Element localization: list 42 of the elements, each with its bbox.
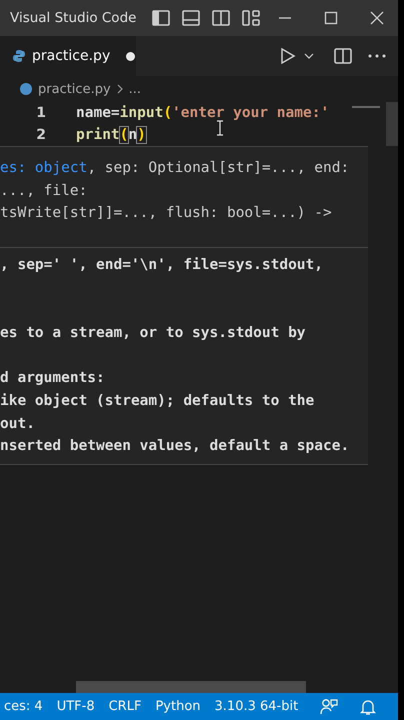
panel-toggle-icon[interactable] <box>182 10 200 26</box>
sidebar-toggle-icon[interactable] <box>152 10 170 26</box>
python-file-icon <box>12 49 26 63</box>
status-item[interactable]: CRLF <box>108 699 142 714</box>
doc-line: , sep=' ', end='\n', file=sys.stdout, <box>0 256 324 276</box>
code-line: print(n) <box>76 127 146 143</box>
text-cursor-icon <box>216 120 224 136</box>
doc-line: es to a stream, or to sys.stdout by <box>0 324 307 344</box>
maximize-icon[interactable] <box>324 11 338 25</box>
split-editor-icon[interactable] <box>334 48 352 64</box>
line-number: 1 <box>35 105 46 121</box>
minimap-line <box>352 106 380 108</box>
doc-line: out. <box>0 414 36 434</box>
chevron-down-icon[interactable] <box>304 52 314 60</box>
breadcrumb-item[interactable]: ... <box>128 82 142 96</box>
split-layout-icon[interactable] <box>212 10 230 26</box>
close-icon[interactable] <box>370 11 384 25</box>
breadcrumb-item[interactable]: practice.py <box>38 82 111 96</box>
code-line: name=input('enter your name:' <box>76 105 330 121</box>
feedback-icon[interactable] <box>320 698 338 716</box>
chevron-right-icon <box>116 83 124 95</box>
editor-tab[interactable]: practice.py <box>0 36 136 76</box>
window-title: Visual Studio Code <box>10 10 136 26</box>
run-icon[interactable] <box>280 47 296 65</box>
more-icon[interactable] <box>368 54 386 58</box>
scrollbar[interactable] <box>76 681 306 693</box>
status-item[interactable]: Python <box>155 699 201 714</box>
line-number: 2 <box>35 127 46 143</box>
python-file-icon <box>19 82 33 96</box>
status-item[interactable]: UTF-8 <box>56 699 95 714</box>
doc-line: ike object (stream); defaults to the <box>0 392 316 411</box>
status-item[interactable]: ces: 4 <box>4 699 43 714</box>
bell-icon[interactable] <box>360 698 376 716</box>
signature-line: tsWrite[str]]=..., flush: bool=...) -> <box>0 204 333 224</box>
doc-line: d arguments: <box>0 369 106 388</box>
signature-line: ..., file: <box>0 182 88 201</box>
scrollbar[interactable] <box>386 102 398 146</box>
signature-line: es: object, sep: Optional[str]=..., end: <box>0 159 350 178</box>
doc-line: nserted between values, default a space. <box>0 437 350 456</box>
layout-grid-icon[interactable] <box>242 10 260 26</box>
status-item[interactable]: 3.10.3 64-bit <box>214 699 298 714</box>
tab-label: practice.py <box>32 48 110 64</box>
